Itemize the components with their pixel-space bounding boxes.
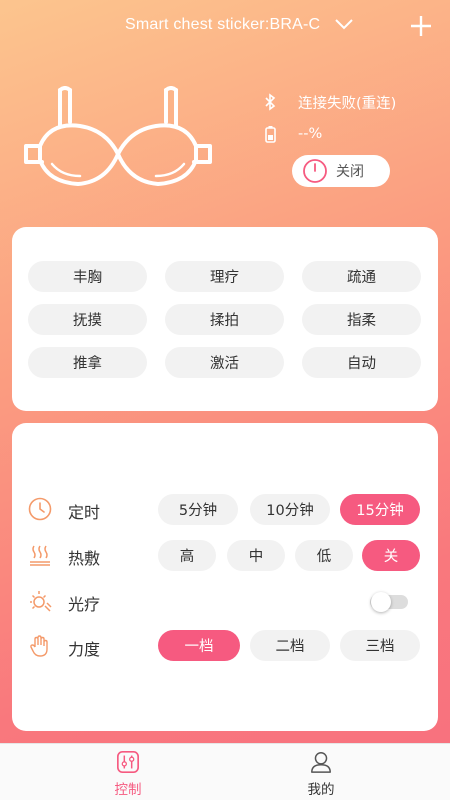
heat-option-selected[interactable]: 关 [362, 540, 420, 571]
timer-option[interactable]: 10分钟 [250, 494, 330, 525]
mode-button[interactable]: 揉拍 [165, 304, 284, 335]
battery-icon [265, 126, 276, 143]
intensity-option[interactable]: 三档 [340, 630, 420, 661]
power-label: 关闭 [336, 164, 364, 180]
hand-icon [30, 635, 48, 657]
heat-option[interactable]: 中 [227, 540, 285, 571]
mode-button[interactable]: 自动 [302, 347, 421, 378]
toggle-knob [371, 592, 391, 612]
intensity-option[interactable]: 二档 [250, 630, 330, 661]
connection-status[interactable]: 连接失败(重连) [298, 92, 396, 113]
mode-button[interactable]: 理疗 [165, 261, 284, 292]
heat-icon [30, 545, 50, 566]
clock-icon [28, 497, 52, 521]
heat-label: 热敷 [68, 549, 101, 568]
bluetooth-icon [265, 93, 276, 111]
mode-grid: 丰胸 理疗 疏通 抚摸 揉拍 指柔 推拿 激活 自动 [28, 261, 421, 378]
light-toggle[interactable] [370, 592, 408, 612]
mode-card: 丰胸 理疗 疏通 抚摸 揉拍 指柔 推拿 激活 自动 [12, 227, 438, 411]
nav-profile-label: 我的 [307, 782, 335, 798]
nav-profile[interactable]: 我的 [291, 750, 351, 798]
bra-icon [24, 86, 212, 186]
mode-button[interactable]: 丰胸 [28, 261, 147, 292]
mode-button[interactable]: 激活 [165, 347, 284, 378]
controls-card: 定时 5分钟 10分钟 15分钟 热敷 高 中 低 关 光疗 力度 一档 二档 … [12, 423, 438, 731]
connection-status-row[interactable]: 连接失败(重连) [262, 91, 396, 113]
heat-option[interactable]: 高 [158, 540, 216, 571]
light-therapy-icon [30, 591, 52, 612]
chevron-down-icon[interactable] [334, 17, 354, 31]
bottom-nav: 控制 我的 [0, 743, 450, 800]
heat-option[interactable]: 低 [295, 540, 353, 571]
timer-option[interactable]: 5分钟 [158, 494, 238, 525]
intensity-label: 力度 [68, 640, 101, 659]
nav-control-label: 控制 [114, 782, 142, 798]
device-title[interactable]: Smart chest sticker:BRA-C [125, 16, 320, 34]
mode-button[interactable]: 指柔 [302, 304, 421, 335]
profile-icon [311, 752, 331, 773]
plus-icon[interactable] [409, 14, 433, 38]
timer-label: 定时 [68, 503, 101, 522]
battery-level: --% [298, 126, 323, 142]
nav-control[interactable]: 控制 [98, 750, 158, 798]
battery-row: --% [262, 123, 322, 145]
mode-button[interactable]: 推拿 [28, 347, 147, 378]
timer-option-selected[interactable]: 15分钟 [340, 494, 420, 525]
intensity-option-selected[interactable]: 一档 [158, 630, 240, 661]
top-bar: Smart chest sticker:BRA-C [0, 0, 450, 52]
mode-button[interactable]: 抚摸 [28, 304, 147, 335]
light-label: 光疗 [68, 595, 101, 614]
control-icon [117, 751, 139, 773]
power-icon [303, 159, 327, 183]
power-button[interactable]: 关闭 [292, 155, 390, 187]
mode-button[interactable]: 疏通 [302, 261, 421, 292]
